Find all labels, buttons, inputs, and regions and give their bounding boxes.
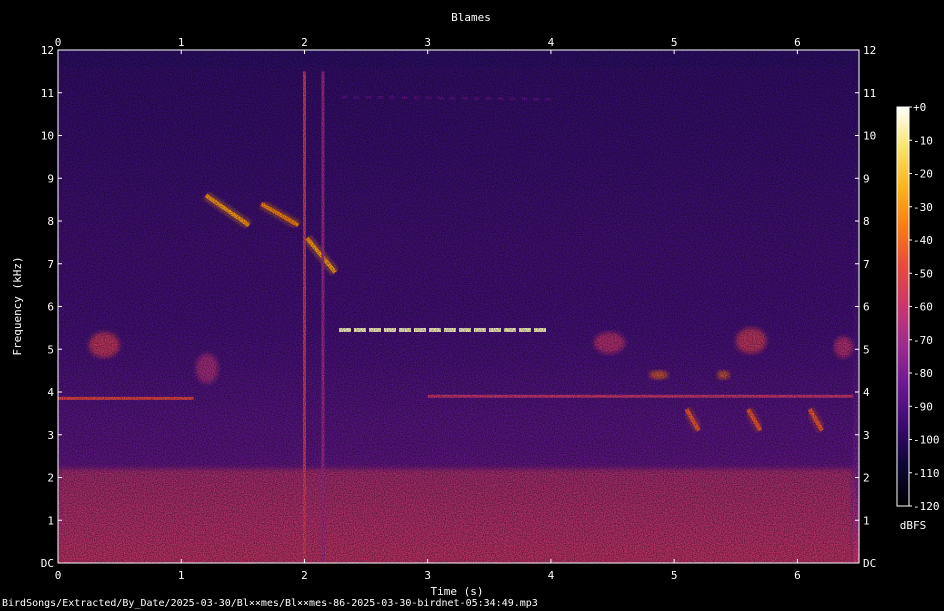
y-tick-label-left: 9 — [47, 172, 54, 185]
y-tick-label-left: 11 — [41, 87, 54, 100]
colorbar-tick-label: -60 — [913, 301, 933, 314]
file-path: BirdSongs/Extracted/By_Date/2025-03-30/B… — [2, 598, 538, 609]
x-tick-label-bottom: 5 — [671, 569, 678, 582]
y-axis-label: Frequency (kHz) — [11, 256, 24, 355]
x-tick-label-bottom: 2 — [301, 569, 308, 582]
colorbar-tick-label: -40 — [913, 234, 933, 247]
colorbar-tick-label: -100 — [913, 434, 940, 447]
y-tick-label-right: 10 — [863, 130, 876, 143]
colorbar-tick-label: -90 — [913, 400, 933, 413]
y-tick-label-right: 9 — [863, 172, 870, 185]
x-tick-label-top: 4 — [548, 36, 555, 49]
x-tick-label-bottom: 3 — [424, 569, 431, 582]
y-tick-label-left: 2 — [47, 472, 54, 485]
x-tick-label-bottom: 6 — [794, 569, 801, 582]
x-tick-label-top: 6 — [794, 36, 801, 49]
y-tick-label-left: 6 — [47, 301, 54, 314]
y-tick-label-right: 8 — [863, 215, 870, 228]
y-tick-label-left: 1 — [47, 514, 54, 527]
y-tick-label-left: DC — [41, 557, 54, 570]
y-tick-label-right: 6 — [863, 301, 870, 314]
x-tick-label-bottom: 0 — [55, 569, 62, 582]
colorbar-tick-label: -80 — [913, 367, 933, 380]
colorbar-ticks: +0 -10 -20 -30 -40 -50 -60 -70 -80 -90 -100 -110 -12… — [909, 101, 940, 513]
x-tick-label-top: 5 — [671, 36, 678, 49]
y-tick-label-left: 12 — [41, 44, 54, 57]
y-tick-label-right: DC — [863, 557, 876, 570]
chart-title: Blames — [451, 11, 491, 24]
x-tick-label-top: 1 — [178, 36, 185, 49]
y-tick-label-left: 3 — [47, 429, 54, 442]
colorbar-gradient — [897, 107, 909, 506]
colorbar-tick-label: -70 — [913, 334, 933, 347]
y-tick-label-right: 5 — [863, 343, 870, 356]
y-tick-label-right: 3 — [863, 429, 870, 442]
x-tick-label-top: 3 — [424, 36, 431, 49]
colorbar-tick-label: +0 — [913, 101, 926, 114]
x-axis-label: Time (s) — [431, 585, 484, 598]
y-tick-label-left: 8 — [47, 215, 54, 228]
colorbar-tick-label: -20 — [913, 168, 933, 181]
colorbar-tick-label: -120 — [913, 500, 940, 513]
colorbar-tick-label: -10 — [913, 134, 933, 147]
y-tick-label-right: 1 — [863, 514, 870, 527]
y-tick-label-right: 4 — [863, 386, 870, 399]
plot-area — [58, 50, 859, 563]
y-tick-label-right: 12 — [863, 44, 876, 57]
colorbar-tick-label: -30 — [913, 201, 933, 214]
y-tick-label-left: 5 — [47, 343, 54, 356]
x-tick-label-top: 0 — [55, 36, 62, 49]
x-tick-label-bottom: 1 — [178, 569, 185, 582]
x-tick-label-bottom: 4 — [548, 569, 555, 582]
spectrogram-chart: Blames Time (s) Frequency (kHz) 00112233… — [11, 11, 940, 598]
y-tick-label-left: 4 — [47, 386, 54, 399]
colorbar: +0 -10 -20 -30 -40 -50 -60 -70 -80 -90 -100 -110 -12… — [896, 101, 940, 532]
y-tick-label-right: 2 — [863, 472, 870, 485]
y-tick-label-left: 7 — [47, 258, 54, 271]
colorbar-tick-label: -50 — [913, 267, 933, 280]
y-tick-label-left: 10 — [41, 130, 54, 143]
spectrogram-grain — [58, 50, 859, 563]
x-tick-label-top: 2 — [301, 36, 308, 49]
y-tick-label-right: 7 — [863, 258, 870, 271]
colorbar-tick-label: -110 — [913, 467, 940, 480]
y-tick-label-right: 11 — [863, 87, 876, 100]
colorbar-label: dBFS — [900, 519, 927, 532]
